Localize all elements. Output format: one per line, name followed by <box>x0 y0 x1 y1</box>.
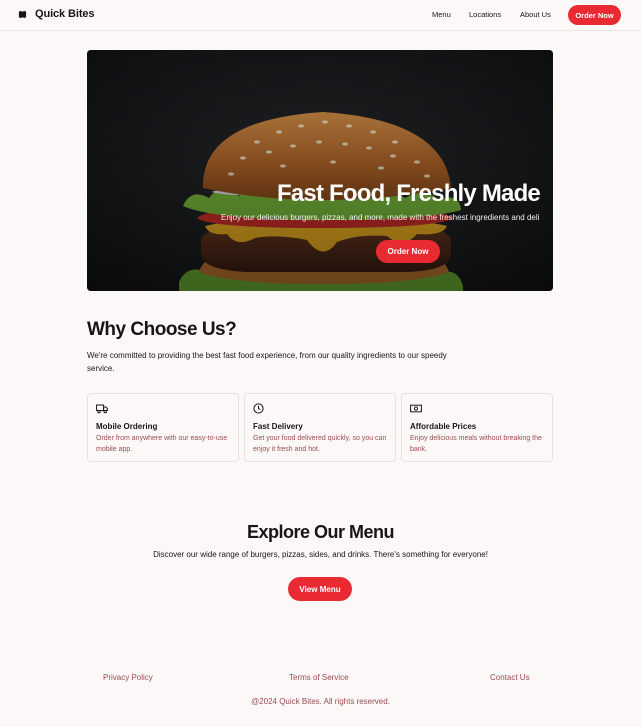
hero-subtitle: Enjoy our delicious burgers, pizzas, and… <box>221 213 540 222</box>
card-title: Fast Delivery <box>253 422 303 431</box>
brand-name: Quick Bites <box>35 8 95 20</box>
why-choose-us-heading: Why Choose Us? <box>87 319 237 340</box>
site-header: Quick Bites Menu Locations About Us Orde… <box>0 0 641 31</box>
truck-icon <box>96 404 108 414</box>
feature-card-affordable-prices: Affordable Prices Enjoy delicious meals … <box>401 393 553 462</box>
view-menu-button[interactable]: View Menu <box>288 577 352 601</box>
card-title: Mobile Ordering <box>96 422 158 431</box>
explore-menu-subtitle: Discover our wide range of burgers, pizz… <box>153 550 488 559</box>
feature-card-fast-delivery: Fast Delivery Get your food delivered qu… <box>244 393 396 462</box>
card-title: Affordable Prices <box>410 422 477 431</box>
header-order-now-button[interactable]: Order Now <box>568 5 621 25</box>
brand[interactable]: Quick Bites <box>18 8 95 20</box>
footer-terms-link[interactable]: Terms of Service <box>289 673 349 682</box>
card-description: Order from anywhere with our easy-to-use… <box>96 435 228 453</box>
footer-contact-link[interactable]: Contact Us <box>490 673 530 682</box>
footer-privacy-link[interactable]: Privacy Policy <box>103 673 153 682</box>
hero-order-now-button[interactable]: Order Now <box>376 240 440 263</box>
hero-banner: Fast Food, Freshly Made Enjoy our delici… <box>87 50 553 291</box>
explore-menu-heading: Explore Our Menu <box>246 522 395 542</box>
clock-icon <box>253 403 264 414</box>
hero-title: Fast Food, Freshly Made <box>277 180 541 207</box>
card-description: Get your food delivered quickly, so you … <box>253 435 387 453</box>
logo-icon <box>18 10 27 18</box>
nav-about-link[interactable]: About Us <box>520 10 551 19</box>
nav-menu-link[interactable]: Menu <box>432 10 451 19</box>
feature-card-mobile-ordering: Mobile Ordering Order from anywhere with… <box>87 393 239 462</box>
nav-locations-link[interactable]: Locations <box>469 10 501 19</box>
copyright-text: @2024 Quick Bites. All rights reserved. <box>251 697 390 706</box>
money-icon <box>410 404 422 413</box>
why-choose-us-text: We're committed to providing the best fa… <box>87 351 447 373</box>
card-description: Enjoy delicious meals without breaking t… <box>410 435 542 453</box>
burger-photo <box>87 50 553 291</box>
